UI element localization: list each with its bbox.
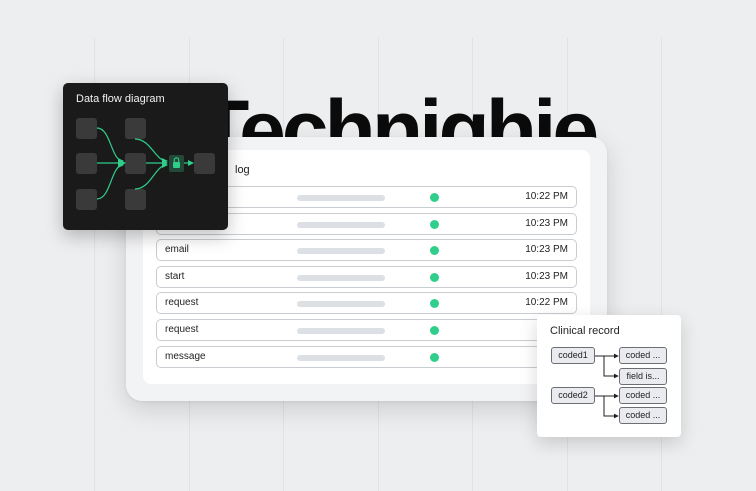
log-row-placeholder-bar	[297, 195, 385, 201]
log-row[interactable]: message 1	[156, 346, 577, 368]
status-dot	[430, 353, 439, 362]
flow-connector	[96, 162, 124, 200]
status-dot	[430, 193, 439, 202]
log-row-placeholder-bar	[297, 355, 385, 361]
record-node-coded2-output-2[interactable]: coded ...	[619, 407, 667, 424]
log-row-time: 10:22 PM	[525, 297, 568, 308]
record-connector	[603, 396, 619, 419]
flow-node	[125, 153, 146, 174]
status-dot	[430, 326, 439, 335]
log-row-name: request	[165, 297, 199, 308]
clinical-record-card: Clinical record coded1 coded ... field i…	[537, 315, 681, 437]
data-flow-card: Data flow diagram	[63, 83, 228, 230]
log-row-placeholder-bar	[297, 248, 385, 254]
flow-node	[76, 153, 97, 174]
status-dot	[430, 299, 439, 308]
log-row-placeholder-bar	[297, 275, 385, 281]
log-panel-title: log	[235, 164, 250, 176]
flow-node	[76, 118, 97, 139]
log-row-placeholder-bar	[297, 301, 385, 307]
flow-node	[125, 118, 146, 139]
record-node-coded1-output[interactable]: coded ...	[619, 347, 667, 364]
log-row-placeholder-bar	[297, 328, 385, 334]
log-row-placeholder-bar	[297, 222, 385, 228]
log-row-time: 10:23 PM	[525, 244, 568, 255]
log-row[interactable]: request 10:22 PM	[156, 292, 577, 314]
flow-node	[76, 189, 97, 210]
flow-node	[194, 153, 215, 174]
record-node-coded2-output[interactable]: coded ...	[619, 387, 667, 404]
log-row-name: request	[165, 324, 199, 335]
log-row[interactable]: request 1	[156, 319, 577, 341]
status-dot	[430, 220, 439, 229]
status-dot	[430, 246, 439, 255]
log-row-time: 10:22 PM	[525, 191, 568, 202]
record-node-coded2[interactable]: coded2	[551, 387, 595, 404]
flow-connector	[96, 127, 124, 164]
log-row-time: 10:23 PM	[525, 218, 568, 229]
status-dot	[430, 273, 439, 282]
record-node-field[interactable]: field is...	[619, 368, 667, 385]
log-row-name: start	[165, 271, 185, 282]
log-row[interactable]: start 10:23 PM	[156, 266, 577, 288]
flow-node	[125, 189, 146, 210]
data-flow-diagram	[76, 118, 215, 210]
record-node-coded1[interactable]: coded1	[551, 347, 595, 364]
log-row-name: message	[165, 351, 206, 362]
log-row[interactable]: email 10:23 PM	[156, 239, 577, 261]
log-row-name: email	[165, 244, 189, 255]
record-connector	[603, 356, 619, 379]
log-row-time: 10:23 PM	[525, 271, 568, 282]
